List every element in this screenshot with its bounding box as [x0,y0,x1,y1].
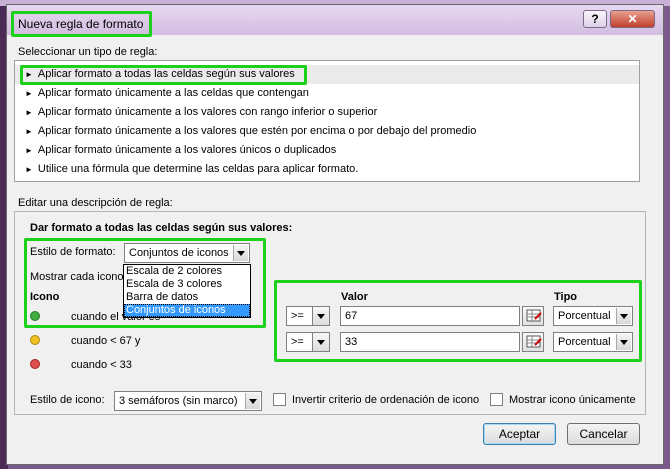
dropdown-option[interactable]: Barra de datos [124,291,250,304]
title-bar[interactable]: Nueva regla de formato ? ✕ [7,5,663,37]
arrow-icon: ► [25,70,33,79]
reverse-order-label: Invertir criterio de ordenación de icono [292,394,480,406]
help-button[interactable]: ? [583,10,607,28]
description-heading: Dar formato a todas las celdas según sus… [30,222,293,234]
value-input-1[interactable]: 67 [340,306,520,326]
format-style-value: Conjuntos de iconos [129,247,229,259]
range-select-icon[interactable] [522,306,544,326]
rule-item-contains[interactable]: ► Aplicar formato únicamente a las celdas… [15,84,639,103]
range-select-icon[interactable] [522,332,544,352]
type-column-header: Tipo [554,291,578,303]
rule-item-label: Aplicar formato únicamente a los valores… [37,125,477,137]
ok-button[interactable]: Aceptar [483,423,556,445]
show-each-icon-label: Mostrar cada icono s [30,271,133,283]
type-value: Porcentual [558,310,611,322]
icon-row-3-text: cuando < 33 [71,359,132,371]
rule-item-label: Aplicar formato a todas las celdas según… [37,68,295,80]
chevron-down-icon[interactable] [312,332,330,352]
type-select-1[interactable]: Porcentual [553,306,633,326]
operator-value: >= [291,310,304,322]
rule-item-above-below-average[interactable]: ► Aplicar formato únicamente a los valore… [15,122,639,141]
operator-value: >= [291,336,304,348]
value-input-2[interactable]: 33 [340,332,520,352]
dropdown-option-selected[interactable]: Conjuntos de iconos [124,304,250,317]
description-label: Editar una descripción de regla: [18,197,173,209]
rule-item-top-bottom[interactable]: ► Aplicar formato únicamente a los valore… [15,103,639,122]
format-style-dropdown-list: Escala de 2 colores Escala de 3 colores … [123,264,251,318]
rule-type-label: Seleccionar un tipo de regla: [18,46,158,58]
rule-item-label: Aplicar formato únicamente a los valores… [37,106,378,118]
arrow-icon: ► [25,146,33,155]
rule-item-formula[interactable]: ► Utilice una fórmula que determine las c… [15,160,639,179]
green-light-icon [30,311,40,321]
format-style-select[interactable]: Conjuntos de iconos [124,243,250,263]
format-style-label: Estilo de formato: [30,246,116,258]
icon-row-2-text: cuando < 67 y [71,335,141,347]
close-button[interactable]: ✕ [610,10,655,28]
value-column-header: Valor [341,291,368,303]
icon-style-label: Estilo de icono: [30,394,105,406]
icon-style-value: 3 semáforos (sin marco) [119,395,238,407]
yellow-light-icon [30,335,40,345]
show-icon-only-checkbox[interactable] [490,393,503,406]
red-light-icon [30,359,40,369]
dropdown-option[interactable]: Escala de 2 colores [124,265,250,278]
rule-item-unique-duplicate[interactable]: ► Aplicar formato únicamente a los valore… [15,141,639,160]
rule-item-label: Utilice una fórmula que determine las ce… [37,163,359,175]
type-value: Porcentual [558,336,611,348]
chevron-down-icon[interactable] [616,334,631,350]
reverse-order-checkbox[interactable] [273,393,286,406]
dropdown-option[interactable]: Escala de 3 colores [124,278,250,291]
rule-type-list: ► Aplicar formato a todas las celdas segú… [14,60,640,182]
show-icon-only-label: Mostrar icono únicamente [509,394,636,406]
arrow-icon: ► [25,127,33,136]
icon-style-select[interactable]: 3 semáforos (sin marco) [114,391,262,411]
arrow-icon: ► [25,165,33,174]
chevron-down-icon[interactable] [616,308,631,324]
rule-item-label: Aplicar formato únicamente a los valores… [37,144,337,156]
arrow-icon: ► [25,89,33,98]
type-select-2[interactable]: Porcentual [553,332,633,352]
rule-item-label: Aplicar formato únicamente a las celdas … [37,87,309,99]
chevron-down-icon[interactable] [245,393,260,409]
cancel-button[interactable]: Cancelar [567,423,640,445]
dialog-title: Nueva regla de formato [11,11,153,37]
chevron-down-icon[interactable] [233,245,248,261]
icon-column-header: Icono [30,291,60,303]
arrow-icon: ► [25,108,33,117]
rule-item-all-cells[interactable]: ► Aplicar formato a todas las celdas segú… [15,65,639,84]
chevron-down-icon[interactable] [312,306,330,326]
